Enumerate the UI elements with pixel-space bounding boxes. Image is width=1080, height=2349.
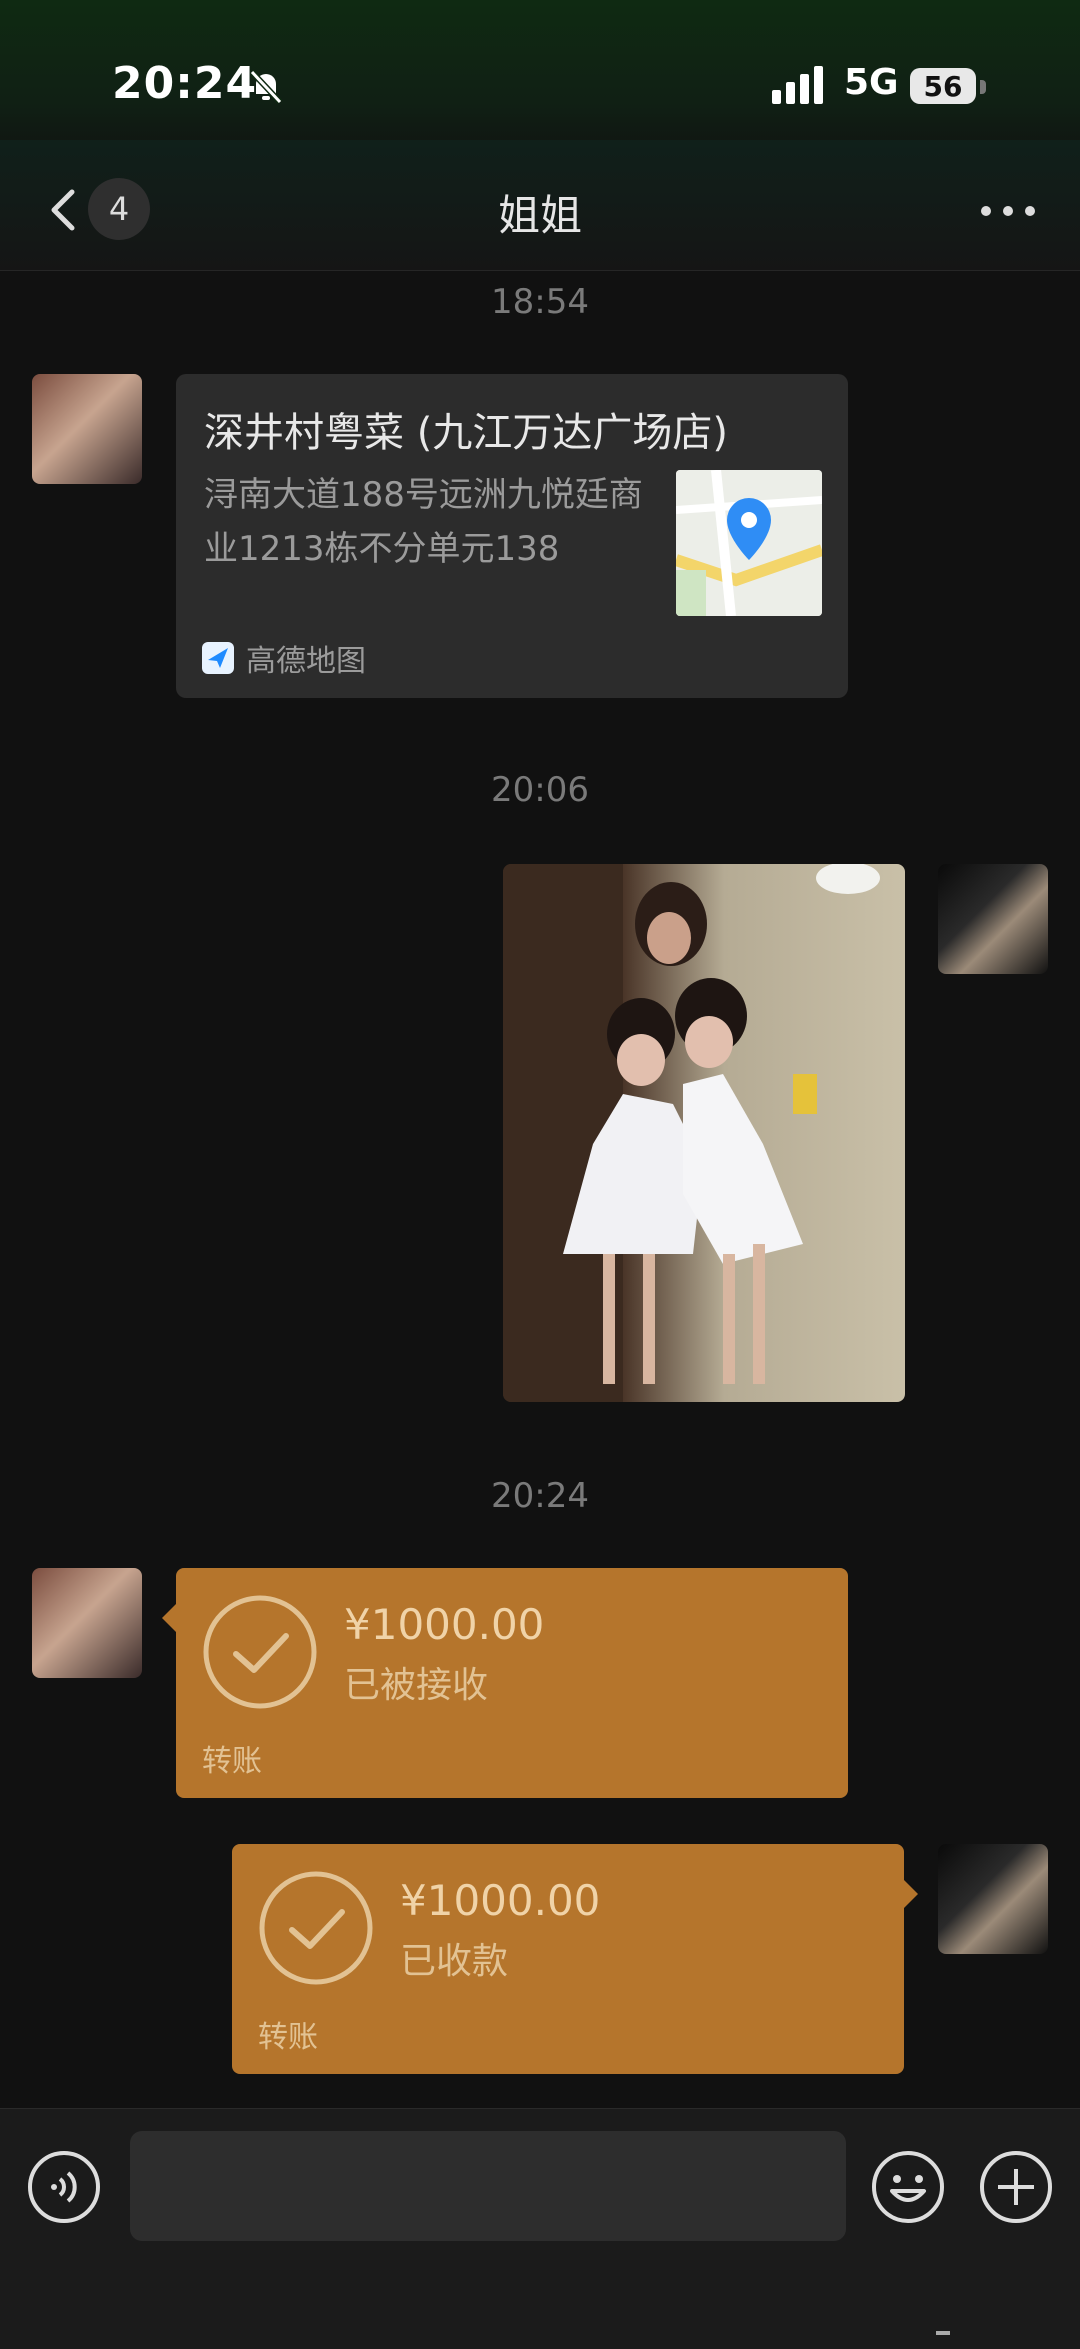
transfer-status: 已被接收: [344, 1665, 489, 1706]
timestamp: 20:06: [491, 770, 589, 810]
battery-tip: [980, 80, 986, 94]
map-source: 高德地图: [202, 636, 366, 680]
transfer-message-outgoing[interactable]: ¥1000.00 已收款 转账: [232, 1844, 918, 2074]
location-address: 浔南大道188号远洲九悦廷商业1213栋不分单元138: [204, 475, 643, 569]
transfer-status: 已收款: [400, 1941, 509, 1982]
plus-icon[interactable]: [978, 2149, 1054, 2225]
transfer-label: 转账: [258, 2020, 318, 2055]
input-bar: [0, 2108, 1080, 2349]
avatar-contact[interactable]: [32, 374, 142, 484]
bell-muted-icon: [249, 69, 283, 105]
network-type: 5G: [844, 62, 899, 103]
bubble-tail: [162, 1604, 176, 1632]
more-icon[interactable]: [978, 196, 1038, 226]
voice-icon[interactable]: [26, 2149, 102, 2225]
photo-message[interactable]: [503, 864, 905, 1402]
avatar-self[interactable]: [938, 1844, 1048, 1954]
transfer-message-incoming[interactable]: ¥1000.00 已被接收 转账: [162, 1568, 848, 1798]
emoji-icon[interactable]: [870, 2149, 946, 2225]
avatar-contact[interactable]: [32, 1568, 142, 1678]
battery-indicator: 56: [910, 68, 976, 104]
location-message[interactable]: 深井村粤菜 (九江万达广场店) 浔南大道188号远洲九悦廷商业1213栋不分单元…: [176, 374, 848, 698]
check-circle-icon: [203, 1595, 317, 1709]
amap-icon: [202, 642, 234, 674]
map-thumbnail: [676, 470, 822, 616]
transfer-label: 转账: [202, 1744, 262, 1779]
signal-icon: [772, 66, 823, 104]
timestamp: 18:54: [491, 282, 589, 322]
chat-title: 姐姐: [497, 191, 582, 240]
avatar-self[interactable]: [938, 864, 1048, 974]
location-name: 深井村粤菜 (九江万达广场店): [204, 410, 728, 456]
message-input[interactable]: [130, 2131, 846, 2241]
bubble-tail: [904, 1880, 918, 1908]
check-circle-icon: [259, 1871, 373, 1985]
transfer-amount: ¥1000.00: [400, 1876, 601, 1925]
map-source-label: 高德地图: [246, 644, 366, 679]
status-time: 20:24: [112, 58, 258, 109]
transfer-amount: ¥1000.00: [344, 1600, 545, 1649]
home-indicator: [936, 2331, 950, 2335]
timestamp: 20:24: [491, 1476, 589, 1516]
